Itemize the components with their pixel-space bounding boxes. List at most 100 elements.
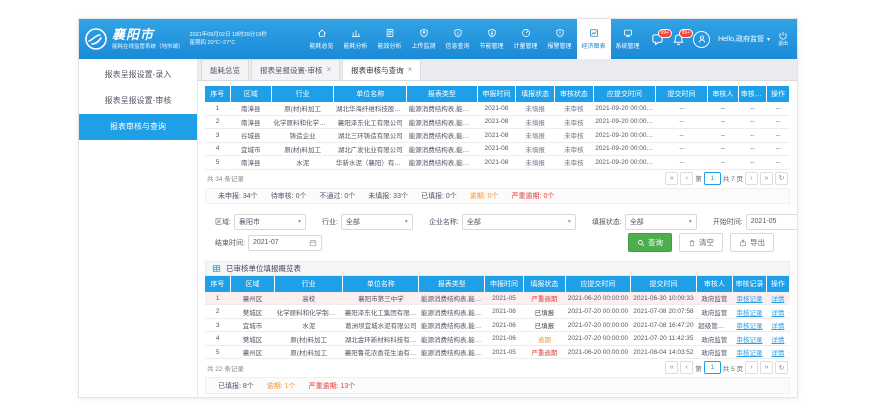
last-page-button[interactable]: » — [760, 172, 773, 185]
nav-item-2[interactable]: 能效分析 — [373, 19, 407, 59]
column-header[interactable]: 操作 — [766, 276, 789, 292]
table-row[interactable]: 5襄州区原(材)料加工襄阳鲁花浓香花生油有限公司能源消费结构表,能效指标情...… — [205, 345, 790, 359]
cell[interactable]: 审核记录 — [733, 305, 767, 319]
column-header[interactable]: 行业 — [271, 86, 333, 102]
column-header[interactable]: 行业 — [275, 276, 343, 292]
clear-button[interactable]: 清空 — [679, 233, 723, 252]
column-header[interactable]: 应提交时间 — [565, 276, 631, 292]
sidebar-item-1[interactable]: 报表呈报设置-审核 — [79, 88, 197, 114]
cell: 原(材)料加工 — [271, 142, 333, 156]
region-select[interactable]: 襄阳市▾ — [234, 214, 306, 230]
column-header[interactable]: 申报时间 — [484, 276, 523, 292]
nav-item-7[interactable]: 报警管理 — [543, 19, 577, 59]
column-header[interactable]: 区域 — [230, 276, 274, 292]
first-page-button[interactable]: « — [665, 172, 678, 185]
start-date-input[interactable]: 2021-05 — [746, 214, 797, 230]
column-header[interactable]: 审核人 — [696, 276, 732, 292]
table-row[interactable]: 3谷城县铸造企业湖北三环铸造有限公司能源消费结构表,能效指标...2021-08… — [205, 129, 790, 143]
column-header[interactable]: 单位名称 — [334, 86, 407, 102]
column-header[interactable]: 审核记录 — [733, 276, 767, 292]
table-row[interactable]: 5南漳县水泥华新水泥（襄阳）有限公司能源消费结构表,能效指标...2021-08… — [205, 156, 790, 170]
cell: -- — [707, 156, 738, 170]
refresh-icon[interactable]: ↻ — [775, 172, 788, 185]
column-header[interactable]: 提交时间 — [656, 86, 708, 102]
cell[interactable]: 详情 — [766, 305, 789, 319]
current-page-input[interactable]: 1 — [704, 172, 721, 185]
tab-close-icon[interactable]: × — [327, 66, 332, 74]
column-header[interactable]: 序号 — [205, 276, 230, 292]
nav-item-1[interactable]: 能耗分析 — [339, 19, 373, 59]
column-header[interactable]: 审核状态 — [554, 86, 593, 102]
tab-close-icon[interactable]: × — [408, 66, 413, 74]
refresh-icon[interactable]: ↻ — [775, 361, 788, 374]
cell[interactable]: 审核记录 — [733, 332, 767, 346]
column-header[interactable]: 审核记录 — [738, 86, 766, 102]
table-row[interactable]: 4樊城区原(材)料加工湖北金环新材料科技有限公司能源消费结构表,能效指标情...… — [205, 332, 790, 346]
nav-item-4[interactable]: 信息查询 — [441, 19, 475, 59]
column-header[interactable]: 应提交时间 — [593, 86, 655, 102]
cell[interactable]: 详情 — [766, 318, 789, 332]
nav-item-5[interactable]: 节能管理 — [475, 19, 509, 59]
search-label: 查询 — [648, 237, 663, 248]
messages-icon[interactable]: 99+ — [651, 33, 664, 46]
nav-item-0[interactable]: 能耗总览 — [305, 19, 339, 59]
user-avatar-icon[interactable] — [693, 31, 710, 48]
column-header[interactable]: 序号 — [205, 86, 230, 102]
end-date-input[interactable]: 2021-07 — [248, 235, 322, 251]
user-menu[interactable]: Hello,政府监管 ▾ — [718, 34, 770, 44]
prev-page-button[interactable]: ‹ — [680, 172, 693, 185]
cell: 2021-07-08 20:07:58 — [631, 305, 697, 319]
column-header[interactable]: 区域 — [230, 86, 271, 102]
current-page-input[interactable]: 1 — [704, 361, 721, 374]
summary-item: 未填报: 33个 — [368, 191, 408, 201]
column-header[interactable]: 填报状态 — [524, 276, 566, 292]
nav-item-3[interactable]: 上传监测 — [407, 19, 441, 59]
tab-0[interactable]: 能耗总览 — [201, 59, 249, 80]
cell: 5 — [205, 156, 230, 170]
nav-item-9[interactable]: 系统管理 — [611, 19, 645, 59]
cell: 2021-08 — [477, 129, 516, 143]
column-header[interactable]: 审核人 — [707, 86, 738, 102]
tab-2[interactable]: 报表审核与查询× — [342, 59, 421, 80]
company-select[interactable]: 全部▾ — [462, 214, 576, 230]
column-header[interactable]: 报表类型 — [407, 86, 477, 102]
first-page-button[interactable]: « — [665, 361, 678, 374]
prev-page-button[interactable]: ‹ — [680, 361, 693, 374]
next-page-button[interactable]: › — [745, 361, 758, 374]
tab-1[interactable]: 报表呈报设置-审核× — [251, 59, 340, 80]
column-header[interactable]: 提交时间 — [631, 276, 697, 292]
cell[interactable]: 详情 — [766, 292, 789, 305]
table-row[interactable]: 1襄州区高校襄阳市第三中学能源消费结构表,能效指标情...2021-05严重逾期… — [205, 292, 790, 305]
next-page-button[interactable]: › — [745, 172, 758, 185]
nav-item-8[interactable]: 经济图表 — [577, 19, 611, 59]
cell[interactable]: 审核记录 — [733, 292, 767, 305]
cell[interactable]: 审核记录 — [733, 345, 767, 359]
last-page-button[interactable]: » — [760, 361, 773, 374]
cell[interactable]: 详情 — [766, 332, 789, 346]
search-button[interactable]: 查询 — [628, 233, 672, 252]
column-header[interactable]: 填报状态 — [516, 86, 555, 102]
cell[interactable]: 审核记录 — [733, 318, 767, 332]
table-row[interactable]: 2南漳县化学原料和化学制品制造业襄阳泽东化工有限公司能源消费结构表,能效指标..… — [205, 115, 790, 129]
cell[interactable]: 详情 — [766, 345, 789, 359]
column-header[interactable]: 报表类型 — [419, 276, 485, 292]
nav-item-6[interactable]: 计量管理 — [509, 19, 543, 59]
fill-status-select[interactable]: 全部▾ — [625, 214, 697, 230]
export-button[interactable]: 导出 — [730, 233, 774, 252]
table-row[interactable]: 1南漳县原(材)料加工湖北华海纤维科技股份有...能源消费结构表,能效指标...… — [205, 102, 790, 115]
sidebar-item-2[interactable]: 报表审核与查询 — [79, 114, 197, 140]
table-row[interactable]: 2樊城区化学原料和化学制品制造业襄阳泽东化工集团有限公司能源消费结构表,能效指标… — [205, 305, 790, 319]
table-row[interactable]: 3宜城市水泥葛洲坝宜城水泥有限公司能源消费结构表,能效指标情...2021-06… — [205, 318, 790, 332]
cell: 2021-08 — [477, 115, 516, 129]
notifications-bell-icon[interactable]: 99+ — [672, 33, 685, 46]
column-header[interactable]: 单位名称 — [343, 276, 419, 292]
table-row[interactable]: 4宜城市原(材)料加工湖北广发化业有限公司能源消费结构表,能效指标...2021… — [205, 142, 790, 156]
end-time-label: 结束时间: — [215, 238, 245, 248]
sidebar-item-0[interactable]: 报表呈报设置-录入 — [79, 62, 197, 88]
column-header[interactable]: 申报时间 — [477, 86, 516, 102]
logout-button[interactable]: 退出 — [778, 31, 788, 47]
column-header[interactable]: 操作 — [766, 86, 789, 102]
industry-select[interactable]: 全部▾ — [341, 214, 413, 230]
filter-panel: 区域: 襄阳市▾ 行业: 全部▾ 企业名称: 全部▾ 填报状态: 全部▾ 开始时… — [205, 209, 790, 255]
table2-record-bar: 共 22 条记录 «‹第1共 5 页›»↻ — [205, 361, 790, 374]
